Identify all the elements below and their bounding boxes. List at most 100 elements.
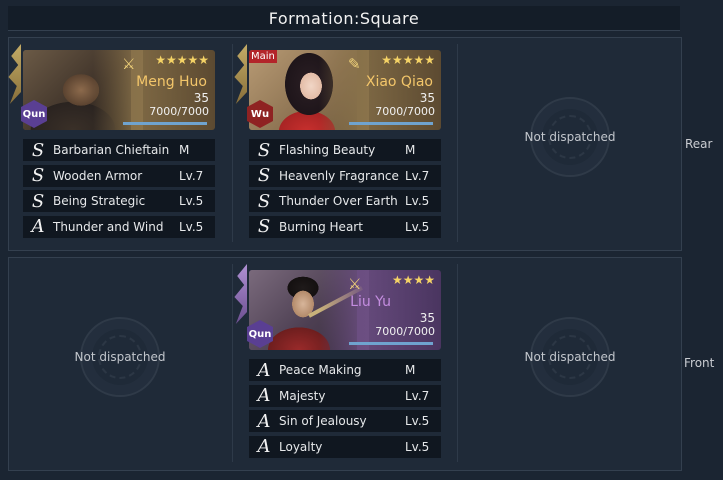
- skill-name: Wooden Armor: [53, 168, 143, 183]
- skill-row[interactable]: S Burning Heart Lv.5: [249, 215, 441, 238]
- skill-level: M: [405, 363, 416, 377]
- slot-divider: [232, 264, 233, 462]
- general-troops: 7000/7000: [375, 105, 435, 118]
- front-slot-3-empty[interactable]: Not dispatched: [459, 258, 681, 456]
- slot-divider: [232, 44, 233, 242]
- card-fade: [319, 50, 369, 130]
- general-troops: 7000/7000: [375, 325, 435, 338]
- rarity-wing-icon: [234, 44, 247, 104]
- general-level: 35: [419, 91, 435, 105]
- skill-grade: A: [257, 410, 271, 432]
- skill-name: Heavenly Fragrance: [279, 168, 399, 183]
- skill-level: Lv.5: [405, 414, 430, 429]
- skill-grade: A: [31, 216, 45, 238]
- general-level: 35: [419, 311, 435, 325]
- skill-grade: A: [257, 385, 271, 407]
- front-slot-2[interactable]: ⚔ ★★★★ Liu Yu 35 7000/7000 Qun A Peace M…: [234, 258, 457, 470]
- star-rating: ★★★★★: [155, 53, 209, 67]
- general-card-xiao-qiao[interactable]: Main ✎ ★★★★★ Xiao Qiao 35 7000/7000: [249, 50, 441, 130]
- skill-list: S Barbarian Chieftain M S Wooden Armor L…: [23, 139, 215, 241]
- skill-grade: S: [257, 190, 271, 212]
- general-name: Xiao Qiao: [365, 74, 433, 90]
- skill-level: Lv.5: [405, 439, 430, 454]
- skill-level: Lv.7: [179, 168, 204, 183]
- skill-level: Lv.7: [405, 388, 430, 403]
- card-fade: [319, 270, 369, 350]
- skill-name: Burning Heart: [279, 219, 363, 234]
- skill-name: Flashing Beauty: [279, 143, 376, 157]
- faction-label: Qun: [248, 328, 272, 340]
- skill-name: Majesty: [279, 388, 326, 403]
- skill-row[interactable]: S Barbarian Chieftain M: [23, 139, 215, 161]
- skill-name: Barbarian Chieftain: [53, 143, 170, 157]
- card-fade: [93, 50, 143, 130]
- front-row-label: Front: [684, 356, 715, 370]
- skill-row[interactable]: S Heavenly Fragrance Lv.7: [249, 164, 441, 187]
- troop-bar: [349, 342, 433, 345]
- faction-label: Wu: [250, 108, 270, 120]
- skill-level: Lv.5: [405, 194, 430, 209]
- skill-list: S Flashing Beauty M S Heavenly Fragrance…: [249, 139, 441, 241]
- troop-bar: [123, 122, 207, 125]
- troop-bar-fill: [349, 342, 433, 345]
- star-rating: ★★★★★: [381, 53, 435, 67]
- skill-grade: S: [31, 139, 45, 161]
- skill-row[interactable]: A Majesty Lv.7: [249, 384, 441, 407]
- crossed-axes-icon: ⚔: [122, 55, 136, 73]
- skill-name: Loyalty: [279, 439, 323, 454]
- skill-grade: S: [257, 139, 271, 161]
- troop-bar-fill: [123, 122, 207, 125]
- troop-bar-fill: [349, 122, 433, 125]
- rear-slot-3-empty[interactable]: Not dispatched: [459, 38, 681, 236]
- skill-row[interactable]: A Sin of Jealousy Lv.5: [249, 410, 441, 433]
- fan-icon: ✎: [348, 55, 361, 73]
- general-card-liu-yu[interactable]: ⚔ ★★★★ Liu Yu 35 7000/7000: [249, 270, 441, 350]
- formation-title: Formation:Square: [268, 8, 420, 28]
- rear-slot-1[interactable]: ⚔ ★★★★★ Meng Huo 35 7000/7000 Qun S Barb…: [8, 38, 231, 250]
- skill-row[interactable]: S Wooden Armor Lv.7: [23, 164, 215, 187]
- rarity-wing-icon: [8, 44, 21, 104]
- skill-level: Lv.5: [179, 194, 204, 209]
- slot-divider: [457, 44, 458, 242]
- skill-level: Lv.5: [405, 219, 430, 234]
- skill-row[interactable]: A Loyalty Lv.5: [249, 435, 441, 458]
- skill-row[interactable]: A Peace Making M: [249, 359, 441, 381]
- main-tag: Main: [249, 50, 277, 63]
- skill-grade: S: [257, 165, 271, 187]
- general-level: 35: [193, 91, 209, 105]
- front-row-panel: Not dispatched ⚔ ★★★★ Liu Yu 35 7000/700…: [8, 257, 682, 471]
- skill-row[interactable]: A Thunder and Wind Lv.5: [23, 215, 215, 238]
- rear-row-panel: ⚔ ★★★★★ Meng Huo 35 7000/7000 Qun S Barb…: [8, 37, 682, 251]
- empty-slot-text: Not dispatched: [524, 130, 616, 144]
- skill-name: Thunder Over Earth: [279, 194, 398, 209]
- general-name: Liu Yu: [350, 294, 391, 310]
- skill-grade: A: [257, 436, 271, 458]
- general-card-meng-huo[interactable]: ⚔ ★★★★★ Meng Huo 35 7000/7000: [23, 50, 215, 130]
- skill-row[interactable]: S Flashing Beauty M: [249, 139, 441, 161]
- skill-name: Sin of Jealousy: [279, 414, 367, 429]
- rear-slot-2[interactable]: Main ✎ ★★★★★ Xiao Qiao 35 7000/7000 Wu S…: [234, 38, 457, 250]
- front-slot-1-empty[interactable]: Not dispatched: [9, 258, 231, 456]
- skill-name: Peace Making: [279, 363, 362, 377]
- skill-grade: S: [31, 165, 45, 187]
- skill-level: Lv.5: [179, 219, 204, 234]
- general-troops: 7000/7000: [149, 105, 209, 118]
- skill-name: Thunder and Wind: [53, 219, 164, 234]
- general-name: Meng Huo: [136, 74, 207, 90]
- skill-name: Being Strategic: [53, 194, 146, 209]
- skill-row[interactable]: S Thunder Over Earth Lv.5: [249, 190, 441, 213]
- skill-grade: A: [257, 359, 271, 381]
- slot-divider: [457, 264, 458, 462]
- skill-list: A Peace Making M A Majesty Lv.7 A Sin of…: [249, 359, 441, 461]
- skill-row[interactable]: S Being Strategic Lv.5: [23, 190, 215, 213]
- empty-slot-text: Not dispatched: [524, 350, 616, 364]
- troop-bar: [349, 122, 433, 125]
- skill-level: Lv.7: [405, 168, 430, 183]
- rarity-wing-icon: [234, 264, 247, 324]
- skill-level: M: [405, 143, 416, 157]
- rear-row-label: Rear: [685, 137, 713, 151]
- crossed-axes-icon: ⚔: [348, 275, 362, 293]
- skill-grade: S: [31, 190, 45, 212]
- faction-label: Qun: [22, 108, 46, 120]
- skill-grade: S: [257, 216, 271, 238]
